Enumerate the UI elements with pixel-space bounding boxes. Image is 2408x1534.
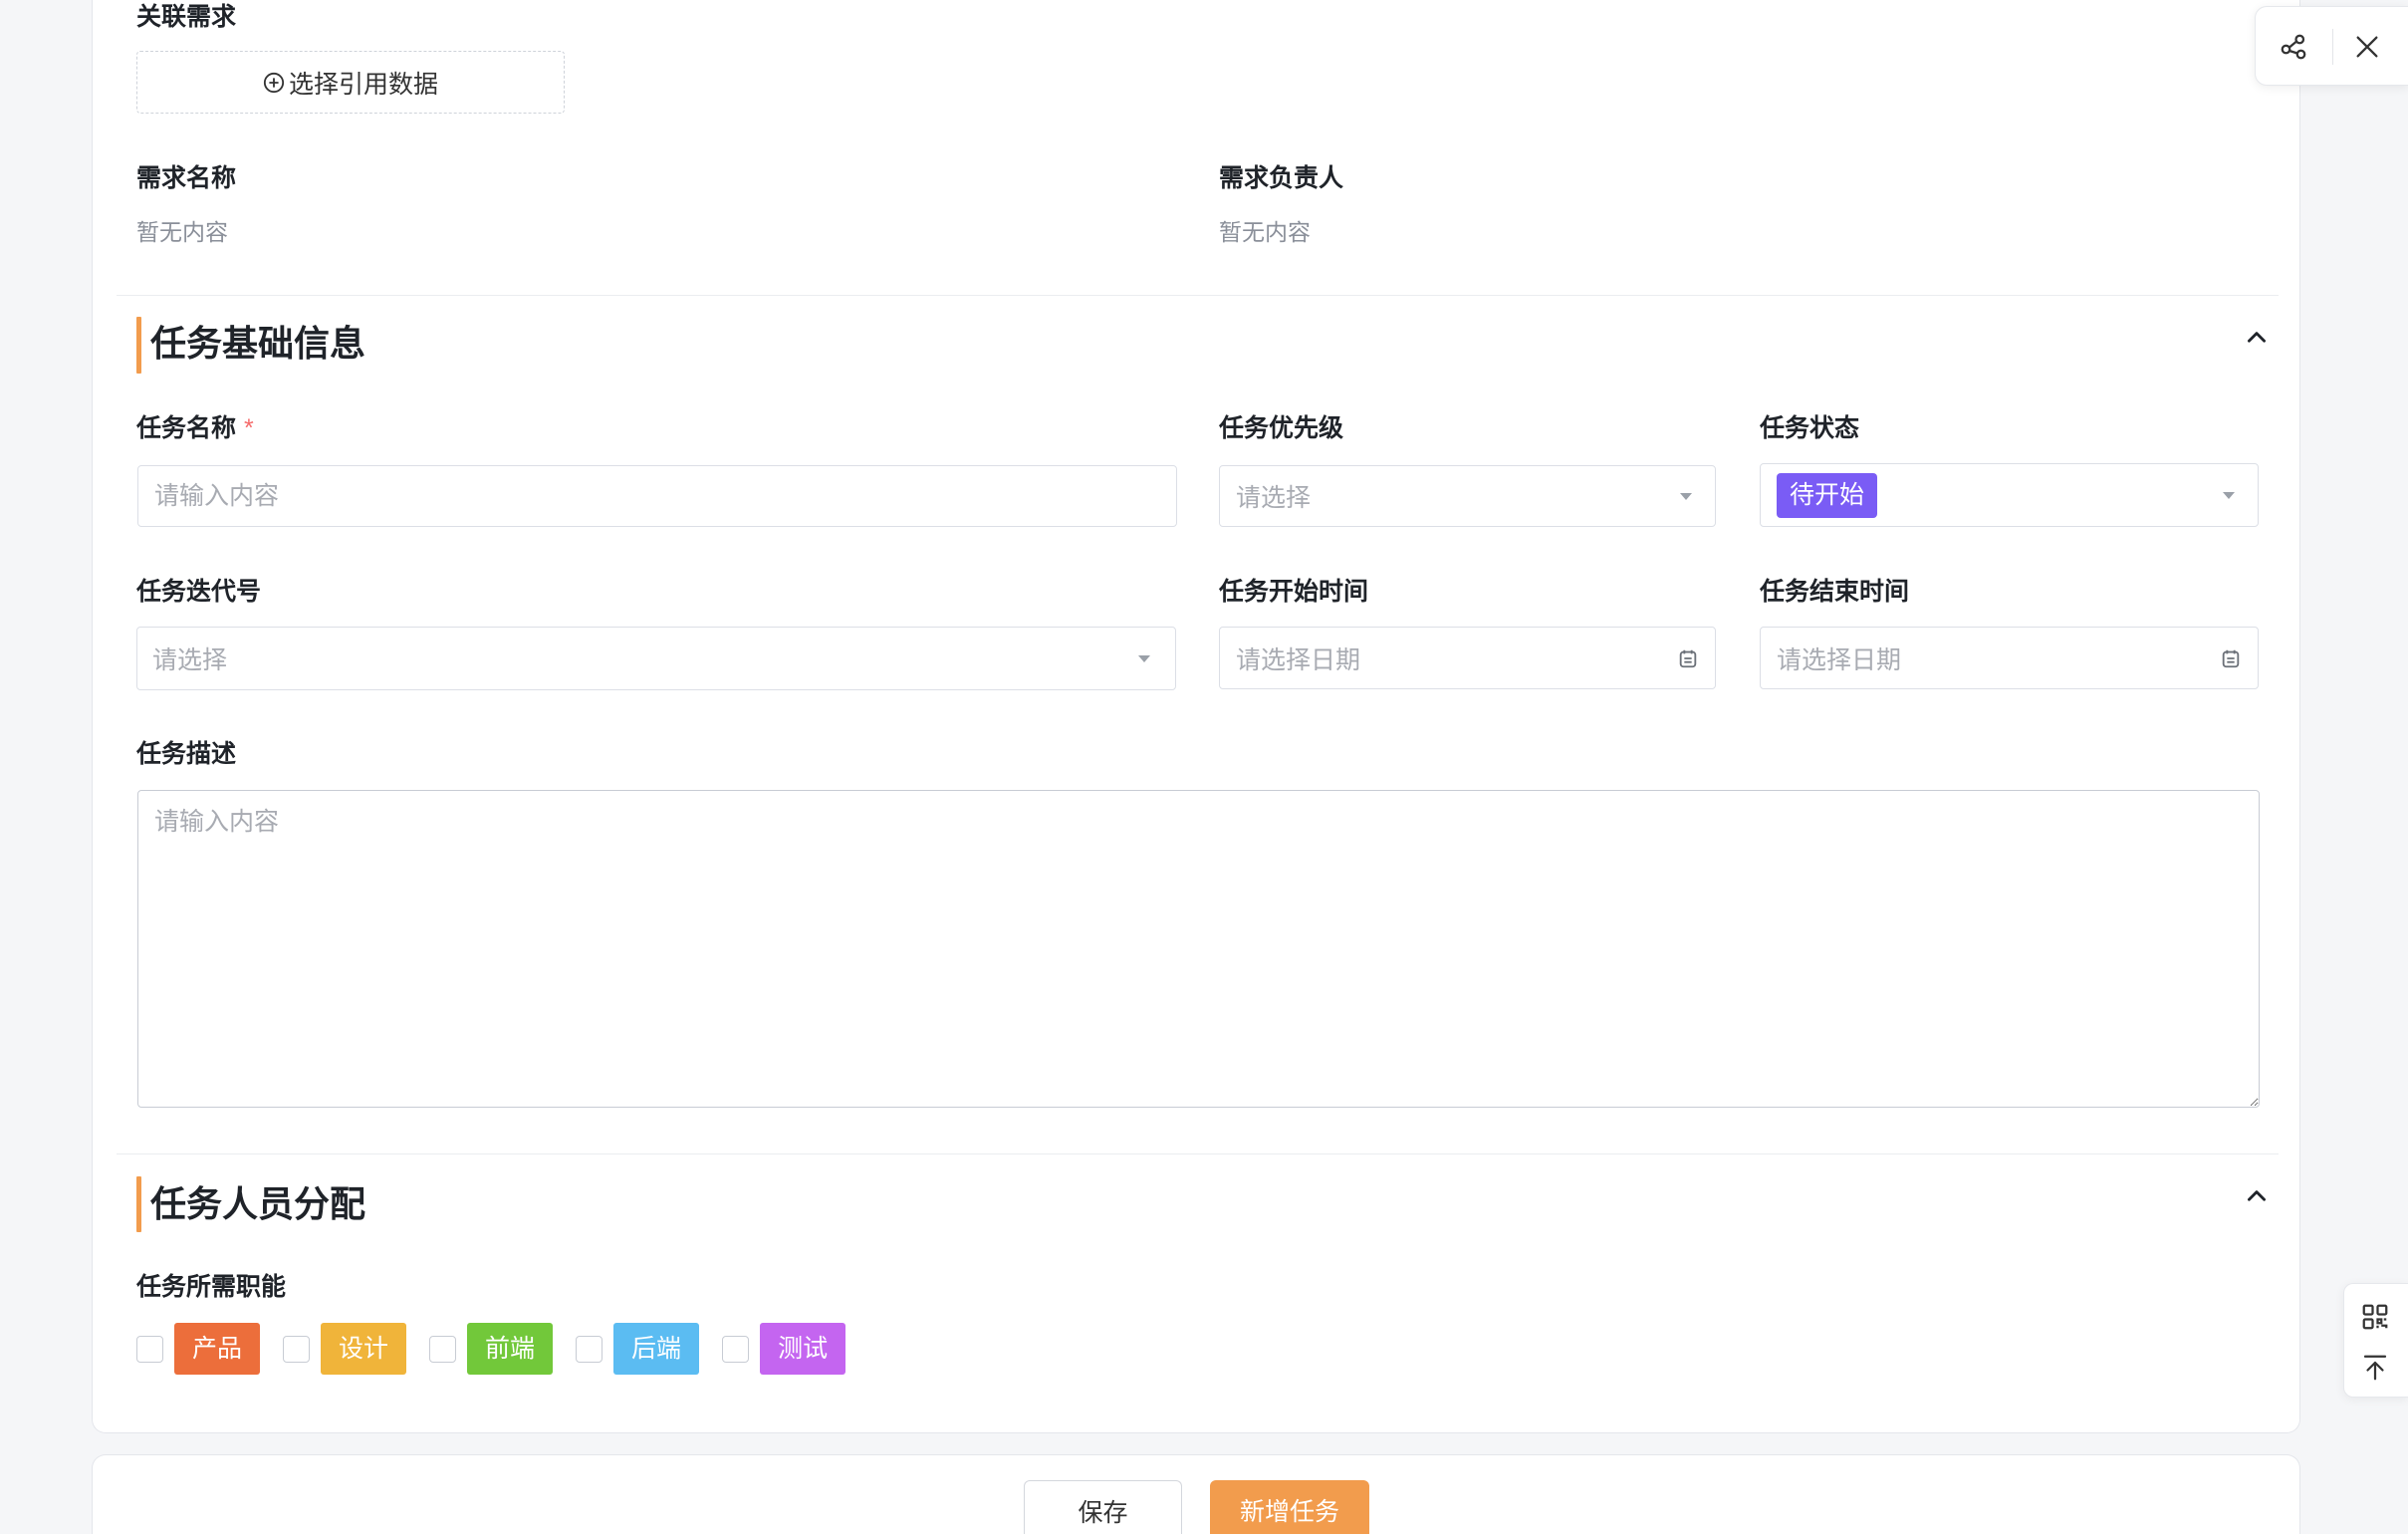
role-checkbox[interactable] xyxy=(722,1335,750,1363)
task-start-date-picker[interactable]: 请选择日期 xyxy=(1219,627,1716,689)
role-tag: 测试 xyxy=(760,1323,846,1375)
task-start-date-placeholder: 请选择日期 xyxy=(1236,645,1361,674)
share-icon[interactable] xyxy=(2279,32,2308,62)
task-name-input[interactable] xyxy=(138,466,1176,526)
requirement-name-value: 暂无内容 xyxy=(136,219,228,245)
caret-down-icon xyxy=(2223,492,2235,499)
requirement-name-label: 需求名称 xyxy=(136,164,237,192)
role-checkbox[interactable] xyxy=(283,1335,311,1363)
role-option-product[interactable]: 产品 xyxy=(136,1323,261,1375)
role-tag: 产品 xyxy=(174,1323,261,1375)
caret-down-icon xyxy=(1680,493,1692,500)
role-option-testing[interactable]: 测试 xyxy=(722,1323,846,1375)
circle-plus-icon xyxy=(263,72,285,94)
task-description-label: 任务描述 xyxy=(136,740,237,768)
role-checkbox[interactable] xyxy=(136,1335,163,1363)
task-end-date-placeholder: 请选择日期 xyxy=(1777,645,1902,674)
task-status-tag: 待开始 xyxy=(1777,472,1878,518)
task-iteration-select[interactable]: 请选择 xyxy=(136,627,1176,690)
select-reference-data-text: 选择引用数据 xyxy=(288,70,438,99)
save-button[interactable]: 保存 xyxy=(1024,1480,1182,1534)
task-description-textarea[interactable] xyxy=(137,790,2260,1108)
footer-action-bar: 保存 新增任务 xyxy=(92,1454,2300,1534)
close-icon[interactable] xyxy=(2353,33,2381,61)
section-divider xyxy=(117,295,2279,296)
staff-assignment-section-title: 任务人员分配 xyxy=(150,1183,366,1224)
role-option-frontend[interactable]: 前端 xyxy=(429,1323,554,1375)
required-roles-label: 任务所需职能 xyxy=(136,1273,287,1301)
toolbar-divider xyxy=(2332,29,2333,65)
role-tag: 后端 xyxy=(613,1323,700,1375)
back-to-top-icon[interactable] xyxy=(2360,1353,2390,1383)
role-tag: 设计 xyxy=(321,1323,407,1375)
task-start-time-label: 任务开始时间 xyxy=(1219,578,1369,606)
task-name-field[interactable] xyxy=(137,465,1177,527)
task-name-label-text: 任务名称 xyxy=(136,414,237,442)
qrcode-icon[interactable] xyxy=(2360,1302,2390,1332)
select-reference-data-button[interactable]: 选择引用数据 xyxy=(136,51,565,114)
task-name-label: 任务名称 * xyxy=(136,412,254,444)
task-priority-label: 任务优先级 xyxy=(1219,414,1344,442)
role-checkbox[interactable] xyxy=(576,1335,603,1363)
related-requirement-label: 关联需求 xyxy=(136,3,237,31)
role-checkbox[interactable] xyxy=(429,1335,457,1363)
requirement-owner-value: 暂无内容 xyxy=(1219,219,1311,245)
task-iteration-placeholder: 请选择 xyxy=(152,646,228,674)
add-task-button[interactable]: 新增任务 xyxy=(1210,1480,1369,1534)
task-status-select[interactable]: 待开始 xyxy=(1760,463,2259,527)
collapse-basic-info-chevron-up-icon[interactable] xyxy=(2244,325,2270,351)
task-end-date-picker[interactable]: 请选择日期 xyxy=(1760,627,2259,689)
section-accent-bar xyxy=(136,1176,141,1232)
collapse-staff-chevron-up-icon[interactable] xyxy=(2244,1183,2270,1209)
requirement-owner-label: 需求负责人 xyxy=(1219,164,1344,192)
basic-info-section-title: 任务基础信息 xyxy=(150,323,366,364)
role-tag: 前端 xyxy=(467,1323,554,1375)
section-accent-bar xyxy=(136,317,141,374)
role-option-backend[interactable]: 后端 xyxy=(576,1323,700,1375)
section-divider xyxy=(117,1153,2279,1154)
floating-toolbar xyxy=(2255,6,2408,86)
side-tools-panel xyxy=(2343,1283,2408,1398)
role-option-design[interactable]: 设计 xyxy=(283,1323,407,1375)
task-form-card: 关联需求 选择引用数据 需求名称 暂无内容 需求负责人 暂无内容 任务基础信息 … xyxy=(92,0,2300,1433)
task-end-time-label: 任务结束时间 xyxy=(1760,578,1910,606)
task-priority-select[interactable]: 请选择 xyxy=(1219,465,1716,527)
required-mark: * xyxy=(244,414,254,442)
calendar-icon xyxy=(1679,649,1697,667)
task-status-label: 任务状态 xyxy=(1760,414,1860,442)
calendar-icon xyxy=(2222,649,2240,667)
task-iteration-label: 任务迭代号 xyxy=(136,578,262,606)
caret-down-icon xyxy=(1138,655,1150,662)
task-priority-placeholder: 请选择 xyxy=(1236,484,1312,512)
role-checkbox-group: 产品 设计 前端 后端 测试 xyxy=(136,1323,846,1375)
